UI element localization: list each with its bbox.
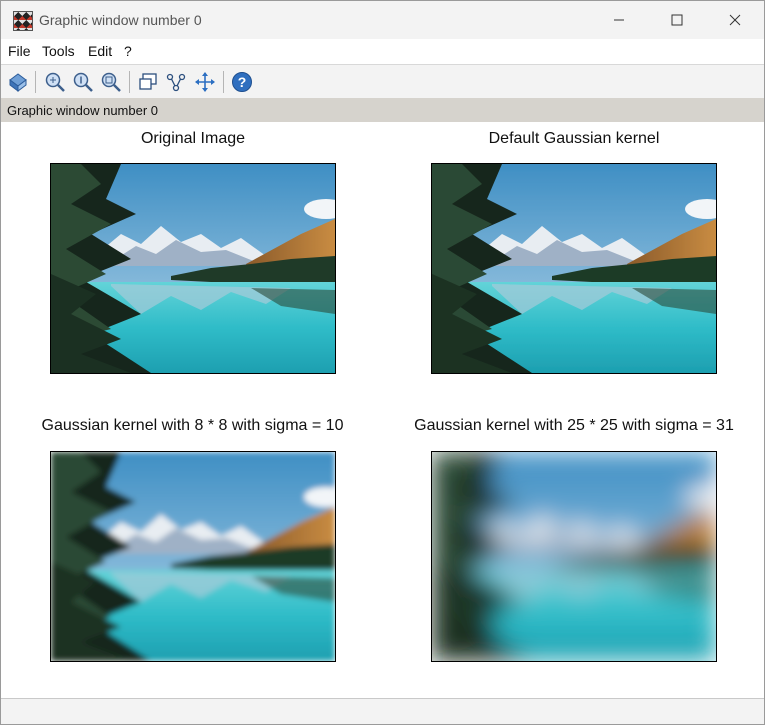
data-editor-button[interactable] [164, 70, 188, 94]
status-bar [1, 698, 764, 724]
maximize-icon [671, 14, 683, 26]
help-button[interactable]: ? [230, 70, 254, 94]
zoom-original-button[interactable] [71, 70, 95, 94]
zoom-in-icon [45, 72, 65, 92]
menu-help[interactable]: ? [124, 43, 132, 59]
zoom-area-button[interactable] [99, 70, 123, 94]
caption-gaussian-25: Gaussian kernel with 25 * 25 with sigma … [414, 417, 734, 434]
image-gaussian-8 [50, 451, 336, 662]
menu-file[interactable]: File [8, 43, 31, 59]
menu-edit[interactable]: Edit [88, 43, 112, 59]
image-gaussian-25 [431, 451, 717, 662]
scilab-app-icon [13, 11, 33, 31]
title-bar[interactable]: Graphic window number 0 [1, 1, 764, 39]
image-original [50, 163, 336, 374]
minimize-icon [614, 19, 624, 21]
toolbar-separator [129, 71, 130, 93]
toolbar-separator [35, 71, 36, 93]
image-default-gaussian [431, 163, 717, 374]
zoom-area-icon [101, 72, 121, 92]
close-button[interactable] [706, 1, 764, 39]
toolbar-separator [223, 71, 224, 93]
info-bar-text: Graphic window number 0 [7, 103, 159, 118]
menu-bar: File Tools Edit ? [1, 39, 764, 64]
pan-button[interactable] [193, 70, 217, 94]
caption-original: Original Image [140, 130, 246, 147]
pan-move-icon [195, 72, 215, 92]
menu-tools[interactable]: Tools [42, 43, 75, 59]
datatip-button[interactable] [136, 70, 160, 94]
close-icon [729, 14, 741, 26]
graphics-canvas[interactable]: Original Image Default Gaussian kernel G… [1, 122, 764, 698]
svg-text:?: ? [238, 74, 247, 90]
maximize-button[interactable] [648, 1, 706, 39]
zoom-1to1-icon [73, 72, 93, 92]
toolbar: ? [1, 64, 764, 99]
caption-default-gaussian: Default Gaussian kernel [488, 130, 660, 147]
data-points-icon [166, 73, 186, 92]
rotate-3d-icon [9, 73, 27, 92]
caption-gaussian-8: Gaussian kernel with 8 * 8 with sigma = … [41, 417, 344, 434]
rotate-tool-button[interactable] [6, 70, 30, 94]
help-icon: ? [232, 72, 252, 92]
info-bar: Graphic window number 0 [1, 98, 764, 122]
zoom-in-button[interactable] [43, 70, 67, 94]
graphic-window: Graphic window number 0 File Tools Edit … [0, 0, 765, 725]
minimize-button[interactable] [590, 1, 648, 39]
window-title: Graphic window number 0 [39, 12, 202, 28]
datatip-icon [139, 73, 157, 90]
